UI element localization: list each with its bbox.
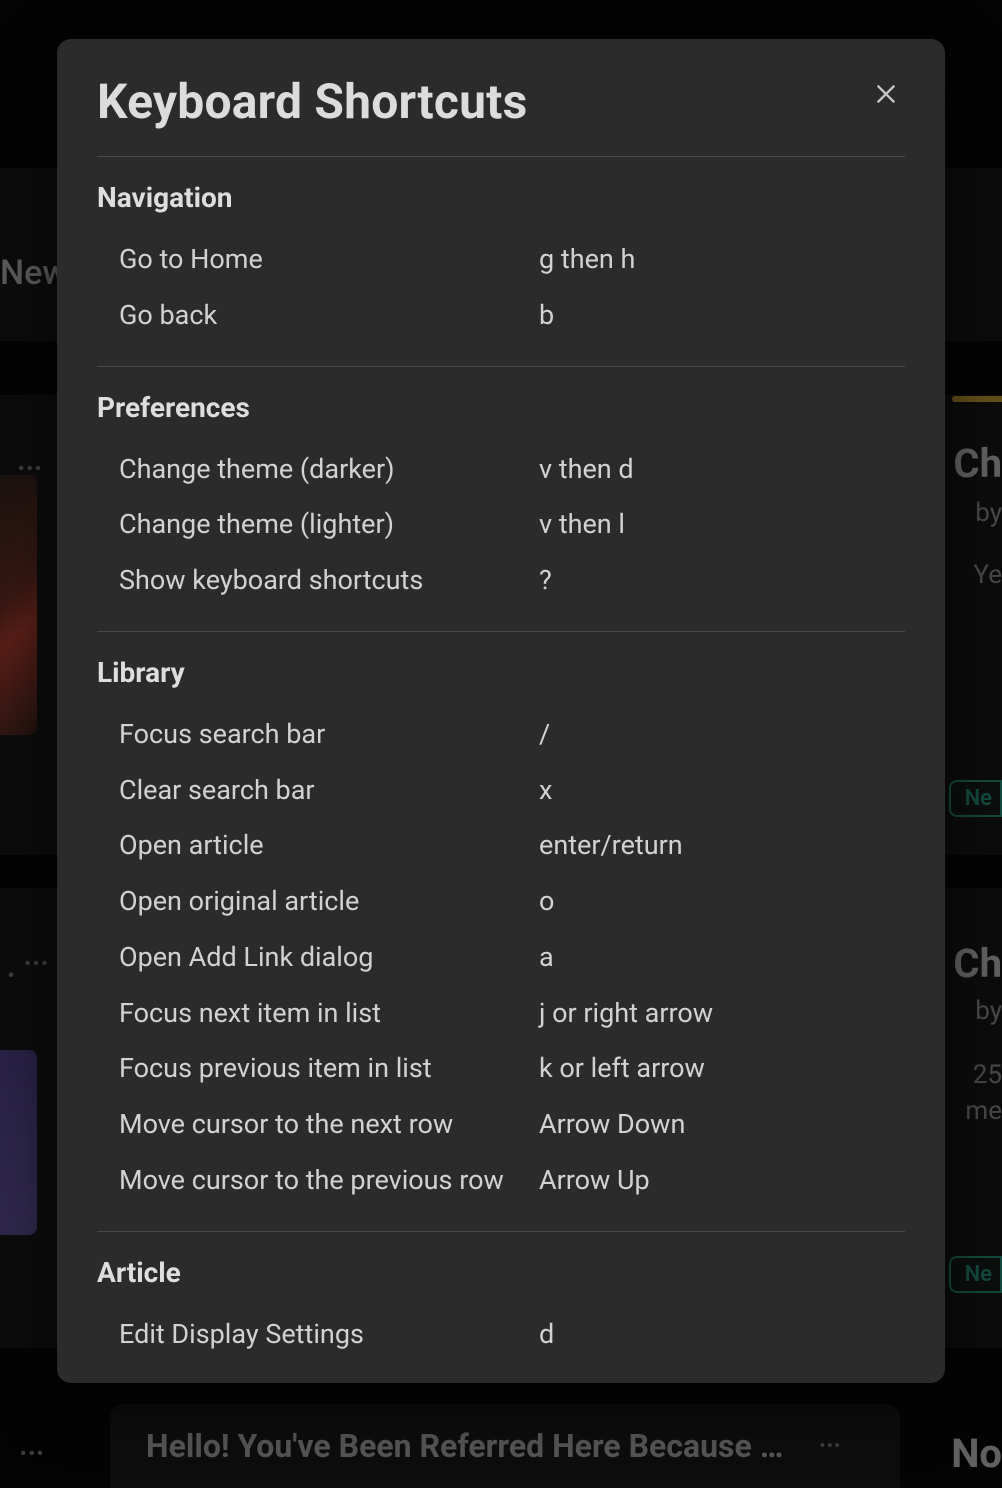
shortcut-action: Change theme (darker) — [119, 453, 539, 487]
shortcut-action: Change theme (lighter) — [119, 508, 539, 542]
shortcut-action: Edit Display Settings — [119, 1318, 539, 1352]
shortcut-row: Go back b — [97, 288, 905, 344]
section-title: Article — [97, 1256, 905, 1289]
keyboard-shortcuts-dialog: Keyboard Shortcuts Navigation Go to Home… — [57, 39, 945, 1383]
shortcut-keys: v then l — [539, 508, 905, 542]
shortcut-action: Open Add Link dialog — [119, 941, 539, 975]
shortcut-action: Open article — [119, 829, 539, 863]
shortcut-keys: Arrow Down — [539, 1108, 905, 1142]
shortcut-row: Open original article o — [97, 874, 905, 930]
shortcut-action: Go back — [119, 299, 539, 333]
shortcut-keys: o — [539, 885, 905, 919]
shortcut-row: Focus search bar / — [97, 707, 905, 763]
shortcut-keys: a — [539, 941, 905, 975]
shortcut-keys: v then d — [539, 453, 905, 487]
dialog-title: Keyboard Shortcuts — [97, 73, 527, 130]
shortcut-action: Clear search bar — [119, 774, 539, 808]
shortcut-row: Change theme (lighter) v then l — [97, 497, 905, 553]
shortcut-row: Open Add Link dialog a — [97, 930, 905, 986]
shortcut-keys: Arrow Up — [539, 1164, 905, 1198]
shortcut-row: Move cursor to the next row Arrow Down — [97, 1097, 905, 1153]
shortcut-action: Move cursor to the previous row — [119, 1164, 539, 1198]
shortcut-row: Change theme (darker) v then d — [97, 442, 905, 498]
shortcut-action: Focus previous item in list — [119, 1052, 539, 1086]
section-title: Library — [97, 656, 905, 689]
shortcut-row: Show keyboard shortcuts ? — [97, 553, 905, 609]
shortcut-keys: j or right arrow — [539, 997, 905, 1031]
close-icon — [873, 81, 899, 107]
shortcut-keys: d — [539, 1318, 905, 1352]
section-article: Article Edit Display Settings d — [97, 1232, 905, 1384]
section-preferences: Preferences Change theme (darker) v then… — [97, 367, 905, 632]
shortcut-keys: k or left arrow — [539, 1052, 905, 1086]
shortcut-row: Focus previous item in list k or left ar… — [97, 1041, 905, 1097]
shortcut-row: Move cursor to the previous row Arrow Up — [97, 1153, 905, 1209]
shortcut-row: Go to Home g then h — [97, 232, 905, 288]
section-title: Navigation — [97, 181, 905, 214]
close-button[interactable] — [867, 75, 905, 113]
section-title: Preferences — [97, 391, 905, 424]
shortcut-keys: b — [539, 299, 905, 333]
shortcut-keys: ? — [539, 564, 905, 598]
section-library: Library Focus search bar / Clear search … — [97, 632, 905, 1232]
shortcut-action: Show keyboard shortcuts — [119, 564, 539, 598]
shortcut-row: Focus next item in list j or right arrow — [97, 986, 905, 1042]
shortcut-keys: / — [539, 718, 905, 752]
shortcut-keys: enter/return — [539, 829, 905, 863]
shortcut-row: Open article enter/return — [97, 818, 905, 874]
shortcut-action: Open original article — [119, 885, 539, 919]
section-navigation: Navigation Go to Home g then h Go back b — [97, 157, 905, 367]
shortcut-keys: x — [539, 774, 905, 808]
shortcut-action: Focus search bar — [119, 718, 539, 752]
shortcut-action: Move cursor to the next row — [119, 1108, 539, 1142]
shortcut-row: Edit Display Settings d — [97, 1307, 905, 1363]
shortcut-action: Focus next item in list — [119, 997, 539, 1031]
shortcut-action: Go to Home — [119, 243, 539, 277]
shortcut-keys: g then h — [539, 243, 905, 277]
shortcut-row: Clear search bar x — [97, 763, 905, 819]
